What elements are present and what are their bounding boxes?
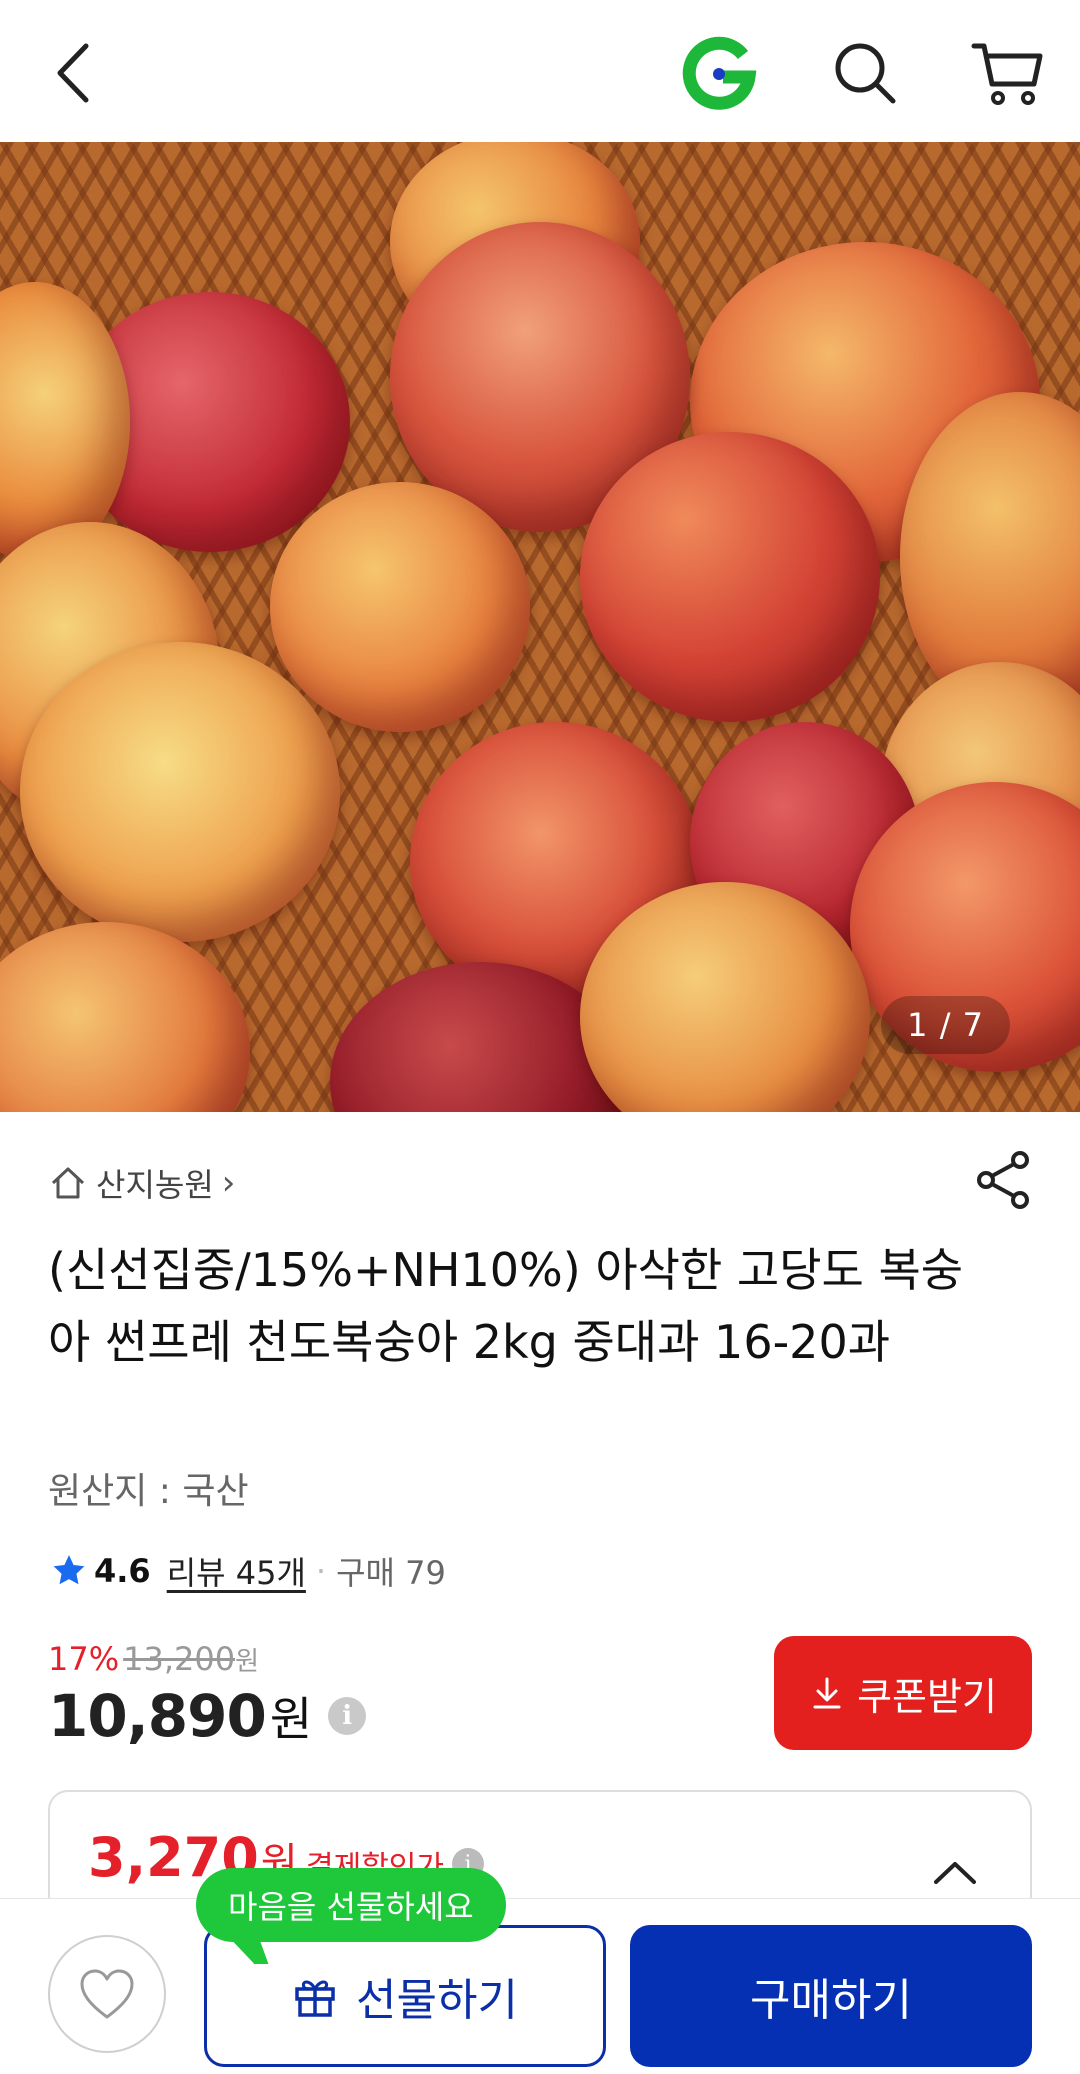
gift-button[interactable]: 선물하기 xyxy=(204,1925,606,2067)
coupon-button-label: 쿠폰받기 xyxy=(857,1674,997,1719)
heart-icon xyxy=(80,1969,134,2019)
search-icon xyxy=(835,43,896,104)
original-price: 13,200 xyxy=(123,1640,236,1678)
wishlist-button[interactable] xyxy=(48,1935,166,2053)
product-image-carousel[interactable]: 1 / 7 xyxy=(0,142,1080,1112)
image-counter: 1 / 7 xyxy=(881,996,1010,1054)
star-icon xyxy=(53,1555,85,1585)
rating-value: 4.6 xyxy=(94,1552,151,1590)
buy-button[interactable]: 구매하기 xyxy=(630,1925,1032,2067)
chevron-left-icon xyxy=(57,43,89,103)
back-button[interactable] xyxy=(28,28,118,118)
rating-row: 4.6 리뷰 45개 · 구매 79 xyxy=(50,1548,446,1594)
gmarket-logo-button[interactable] xyxy=(674,28,764,118)
gift-tooltip-text: 마음을 선물하세요 xyxy=(228,1888,474,1926)
share-button[interactable] xyxy=(972,1148,1036,1212)
separator-dot: · xyxy=(315,1552,327,1590)
original-price-unit: 원 xyxy=(235,1647,260,1677)
product-origin: 원산지 : 국산 xyxy=(48,1471,249,1512)
review-count-link[interactable]: 리뷰 45개 xyxy=(167,1548,306,1594)
cart-icon xyxy=(971,43,1043,105)
top-header xyxy=(0,0,1080,142)
bottom-action-bar: 선물하기 구매하기 xyxy=(0,1898,1080,2074)
search-button[interactable] xyxy=(820,28,910,118)
g-logo-icon xyxy=(682,36,757,110)
purchase-count: 구매 79 xyxy=(336,1554,446,1592)
gift-icon xyxy=(295,1980,335,2017)
download-icon xyxy=(813,1677,841,1709)
gift-button-label: 선물하기 xyxy=(356,1975,518,2026)
discount-percent: 17% xyxy=(48,1640,120,1678)
sale-price-unit: 원 xyxy=(269,1692,313,1746)
store-name: 산지농원 xyxy=(96,1166,214,1204)
sale-price: 10,890 xyxy=(48,1682,267,1750)
home-icon xyxy=(51,1167,85,1199)
cart-button[interactable] xyxy=(962,28,1052,118)
gift-tooltip: 마음을 선물하세요 xyxy=(196,1868,506,1942)
product-title: (신선집중/15%+NH10%) 아삭한 고당도 복숭아 썬프레 천도복숭아 2… xyxy=(48,1243,964,1369)
store-link[interactable]: 산지농원 › xyxy=(48,1160,235,1206)
chevron-up-icon[interactable] xyxy=(930,1858,980,1888)
buy-button-label: 구매하기 xyxy=(750,1975,912,2026)
share-icon xyxy=(977,1151,1029,1209)
price-info-icon[interactable]: i xyxy=(328,1697,367,1735)
chevron-right-icon: › xyxy=(221,1163,236,1203)
coupon-button[interactable]: 쿠폰받기 xyxy=(774,1636,1032,1750)
